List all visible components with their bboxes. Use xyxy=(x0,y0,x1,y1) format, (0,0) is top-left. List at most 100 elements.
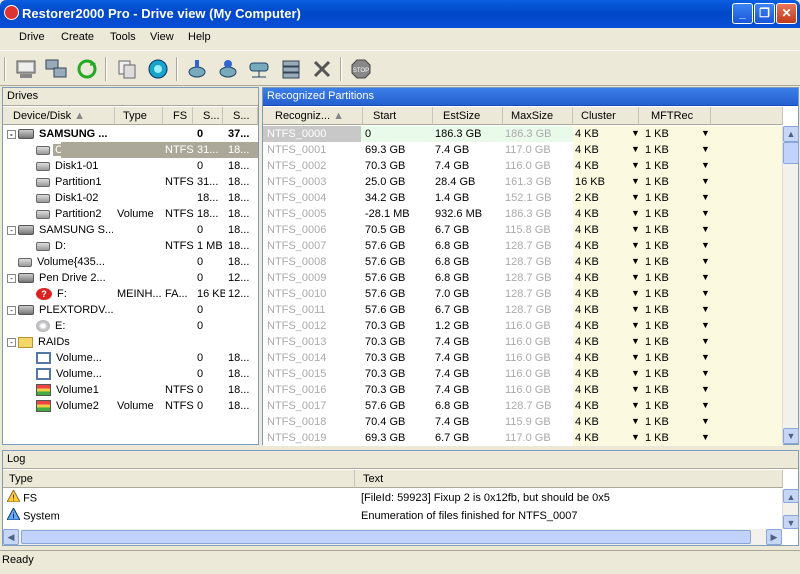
mftrec-dropdown-icon[interactable]: ▼ xyxy=(701,272,710,282)
refresh-icon[interactable] xyxy=(74,56,100,82)
tree-row[interactable]: - SAMSUNG ... 0 37... xyxy=(3,126,258,142)
scroll-up-button[interactable]: ▲ xyxy=(783,126,799,142)
tree-row[interactable]: Volume... 0 18... xyxy=(3,366,258,382)
cluster-dropdown-icon[interactable]: ▼ xyxy=(631,176,640,186)
cluster-dropdown-icon[interactable]: ▼ xyxy=(631,304,640,314)
cluster-dropdown-icon[interactable]: ▼ xyxy=(631,192,640,202)
menu-help[interactable]: Help xyxy=(188,31,211,43)
log-hscrollbar[interactable]: ◀ ▶ xyxy=(3,529,782,545)
cluster-dropdown-icon[interactable]: ▼ xyxy=(631,256,640,266)
col-cluster[interactable]: Cluster xyxy=(573,107,639,125)
partition-row[interactable]: NTFS_0012 70.3 GB 1.2 GB 116.0 GB 4 KB 1 KB ▼ ▼ xyxy=(263,318,783,334)
col-fs[interactable]: FS xyxy=(163,107,193,125)
tree-row[interactable]: - PLEXTORDV... 0 xyxy=(3,302,258,318)
menu-create[interactable]: Create xyxy=(61,31,94,43)
col-log-text[interactable]: Text xyxy=(355,470,783,488)
minimize-button[interactable]: _ xyxy=(732,3,753,24)
partition-row[interactable]: NTFS_0010 57.6 GB 7.0 GB 128.7 GB 4 KB 1 KB ▼ ▼ xyxy=(263,286,783,302)
mftrec-dropdown-icon[interactable]: ▼ xyxy=(701,432,710,442)
cluster-dropdown-icon[interactable]: ▼ xyxy=(631,384,640,394)
expand-toggle[interactable]: - xyxy=(7,338,16,347)
network-icon[interactable] xyxy=(43,56,69,82)
expand-toggle[interactable]: - xyxy=(7,226,16,235)
expand-toggle[interactable]: - xyxy=(7,274,16,283)
partition-row[interactable]: NTFS_0019 69.3 GB 6.7 GB 117.0 GB 4 KB 1 KB ▼ ▼ xyxy=(263,430,783,446)
partition-row[interactable]: NTFS_0002 70.3 GB 7.4 GB 116.0 GB 4 KB 1 KB ▼ ▼ xyxy=(263,158,783,174)
mftrec-dropdown-icon[interactable]: ▼ xyxy=(701,416,710,426)
network-drive-icon[interactable] xyxy=(246,56,272,82)
col-log-type[interactable]: Type xyxy=(3,470,355,488)
log-vscrollbar[interactable]: ▲ ▼ xyxy=(782,489,799,529)
mftrec-dropdown-icon[interactable]: ▼ xyxy=(701,256,710,266)
scroll-down-button[interactable]: ▼ xyxy=(783,428,799,444)
mftrec-dropdown-icon[interactable]: ▼ xyxy=(701,192,710,202)
menu-view[interactable]: View xyxy=(150,31,174,43)
partition-row[interactable]: NTFS_0015 70.3 GB 7.4 GB 116.0 GB 4 KB 1 KB ▼ ▼ xyxy=(263,366,783,382)
menu-tools[interactable]: Tools xyxy=(110,31,136,43)
tree-row[interactable]: Volume1 NTFS 0 18... xyxy=(3,382,258,398)
mftrec-dropdown-icon[interactable]: ▼ xyxy=(701,240,710,250)
cluster-dropdown-icon[interactable]: ▼ xyxy=(631,432,640,442)
log-scroll-down-button[interactable]: ▼ xyxy=(783,515,799,529)
partition-row[interactable]: NTFS_0009 57.6 GB 6.8 GB 128.7 GB 4 KB 1 KB ▼ ▼ xyxy=(263,270,783,286)
mftrec-dropdown-icon[interactable]: ▼ xyxy=(701,368,710,378)
cluster-dropdown-icon[interactable]: ▼ xyxy=(631,272,640,282)
col-mftrec[interactable]: MFTRec xyxy=(639,107,711,125)
cluster-dropdown-icon[interactable]: ▼ xyxy=(631,336,640,346)
mftrec-dropdown-icon[interactable]: ▼ xyxy=(701,144,710,154)
col-recognized[interactable]: Recogniz... ▲ xyxy=(263,107,363,125)
tree-row[interactable]: Volume{435... 0 18... xyxy=(3,254,258,270)
mftrec-dropdown-icon[interactable]: ▼ xyxy=(701,128,710,138)
disk-open-icon[interactable] xyxy=(215,56,241,82)
mftrec-dropdown-icon[interactable]: ▼ xyxy=(701,400,710,410)
partition-row[interactable]: NTFS_0000 0 186.3 GB 186.3 GB 4 KB 1 KB ▼ ▼ xyxy=(263,126,783,142)
menu-drive[interactable]: Drive xyxy=(19,31,45,43)
tree-row[interactable]: Partition2 Volume NTFS 18... 18... xyxy=(3,206,258,222)
copy-icon[interactable] xyxy=(114,56,140,82)
col-s2[interactable]: S... xyxy=(223,107,258,125)
mftrec-dropdown-icon[interactable]: ▼ xyxy=(701,352,710,362)
log-scroll-left-button[interactable]: ◀ xyxy=(3,529,19,545)
disk-add-icon[interactable] xyxy=(184,56,210,82)
maximize-button[interactable]: ❐ xyxy=(754,3,775,24)
cluster-dropdown-icon[interactable]: ▼ xyxy=(631,160,640,170)
log-hscroll-thumb[interactable] xyxy=(21,530,751,544)
computer-icon[interactable] xyxy=(13,56,39,82)
partition-row[interactable]: NTFS_0005 -28.1 MB 932.6 MB 186.3 GB 4 KB 1 K… xyxy=(263,206,783,222)
mftrec-dropdown-icon[interactable]: ▼ xyxy=(701,320,710,330)
tree-row[interactable]: Disk1-01 0 18... xyxy=(3,158,258,174)
scan-icon[interactable] xyxy=(145,56,171,82)
mftrec-dropdown-icon[interactable]: ▼ xyxy=(701,288,710,298)
partition-row[interactable]: NTFS_0003 25.0 GB 28.4 GB 161.3 GB 16 KB 1 KB… xyxy=(263,174,783,190)
tree-row[interactable]: ? F: MEINH... FA... 16 KB 12... xyxy=(3,286,258,302)
mftrec-dropdown-icon[interactable]: ▼ xyxy=(701,224,710,234)
tree-row[interactable]: C:NTFS31...18... xyxy=(3,142,258,158)
mftrec-dropdown-icon[interactable]: ▼ xyxy=(701,304,710,314)
cluster-dropdown-icon[interactable]: ▼ xyxy=(631,288,640,298)
cluster-dropdown-icon[interactable]: ▼ xyxy=(631,416,640,426)
mftrec-dropdown-icon[interactable]: ▼ xyxy=(701,176,710,186)
stop-icon[interactable]: STOP xyxy=(348,56,374,82)
cluster-dropdown-icon[interactable]: ▼ xyxy=(631,368,640,378)
cluster-dropdown-icon[interactable]: ▼ xyxy=(631,128,640,138)
partition-row[interactable]: NTFS_0001 69.3 GB 7.4 GB 117.0 GB 4 KB 1 KB ▼ ▼ xyxy=(263,142,783,158)
tree-row[interactable]: Volume2 Volume NTFS 0 18... xyxy=(3,398,258,414)
cluster-dropdown-icon[interactable]: ▼ xyxy=(631,320,640,330)
tree-row[interactable]: - Pen Drive 2... 0 12... xyxy=(3,270,258,286)
expand-toggle[interactable]: - xyxy=(7,130,16,139)
partition-row[interactable]: NTFS_0008 57.6 GB 6.8 GB 128.7 GB 4 KB 1 KB ▼ ▼ xyxy=(263,254,783,270)
cluster-dropdown-icon[interactable]: ▼ xyxy=(631,224,640,234)
tree-row[interactable]: D: NTFS 1 MB 18... xyxy=(3,238,258,254)
mftrec-dropdown-icon[interactable]: ▼ xyxy=(701,336,710,346)
col-type[interactable]: Type xyxy=(115,107,163,125)
raid-icon[interactable] xyxy=(278,56,304,82)
partition-row[interactable]: NTFS_0006 70.5 GB 6.7 GB 115.8 GB 4 KB 1 KB ▼ ▼ xyxy=(263,222,783,238)
mftrec-dropdown-icon[interactable]: ▼ xyxy=(701,160,710,170)
partition-row[interactable]: NTFS_0016 70.3 GB 7.4 GB 116.0 GB 4 KB 1 KB ▼ ▼ xyxy=(263,382,783,398)
partition-row[interactable]: NTFS_0004 34.2 GB 1.4 GB 152.1 GB 2 KB 1 KB ▼ ▼ xyxy=(263,190,783,206)
partition-row[interactable]: NTFS_0017 57.6 GB 6.8 GB 128.7 GB 4 KB 1 KB ▼ ▼ xyxy=(263,398,783,414)
tree-row[interactable]: Partition1 NTFS 31... 18... xyxy=(3,174,258,190)
cluster-dropdown-icon[interactable]: ▼ xyxy=(631,144,640,154)
title-bar[interactable]: Restorer2000 Pro - Drive view (My Comput… xyxy=(0,0,800,28)
partition-row[interactable]: NTFS_0018 70.4 GB 7.4 GB 115.9 GB 4 KB 1 KB ▼ ▼ xyxy=(263,414,783,430)
